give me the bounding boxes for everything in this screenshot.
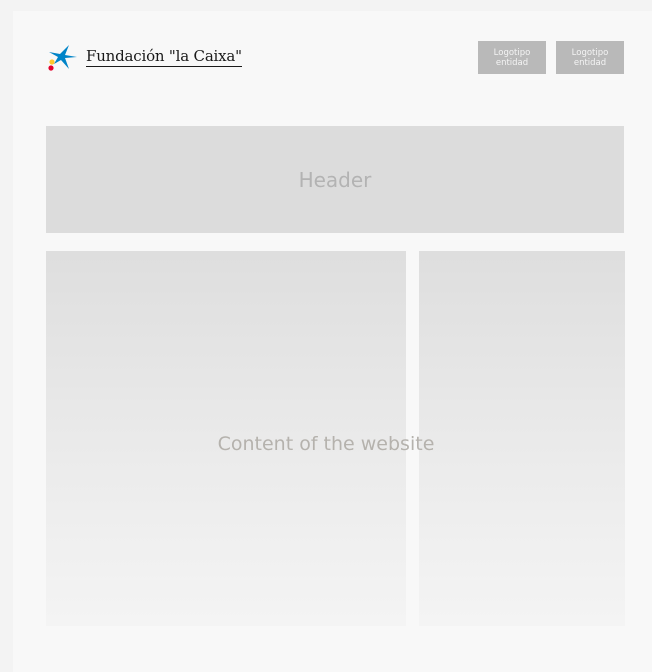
brand-name: Fundación "la Caixa" bbox=[86, 47, 242, 67]
entity-logo-label: Logotipo entidad bbox=[571, 47, 609, 68]
entity-logo-label: Logotipo entidad bbox=[493, 47, 531, 68]
content-label: Content of the website bbox=[217, 433, 435, 455]
header-label: Header bbox=[298, 167, 372, 192]
entity-logo-placeholder[interactable]: Logotipo entidad bbox=[556, 41, 624, 74]
brand-logo[interactable]: Fundación "la Caixa" bbox=[46, 43, 242, 71]
entity-logo-placeholder[interactable]: Logotipo entidad bbox=[478, 41, 546, 74]
la-caixa-star-icon bbox=[48, 45, 77, 71]
header-placeholder: Header bbox=[46, 126, 624, 233]
